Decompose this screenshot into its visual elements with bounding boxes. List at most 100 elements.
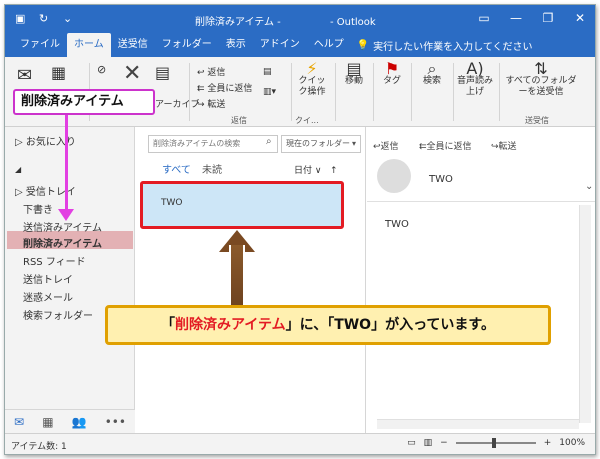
view-zoom-controls: ▭ ▥ − + 100%: [407, 438, 585, 448]
filter-all[interactable]: すべて: [162, 161, 191, 176]
reading-reply-button[interactable]: ↩返信: [373, 139, 399, 152]
save-icon[interactable]: ▣: [15, 12, 25, 25]
move-button[interactable]: ▤ 移動: [339, 59, 369, 87]
tab-folder[interactable]: フォルダー: [155, 33, 219, 57]
forward-icon: ↪: [197, 100, 205, 110]
folder-drafts[interactable]: 下書き: [23, 201, 53, 216]
folder-pane: ▷ お気に入り ◢ ▷ 受信トレイ 下書き 送信済みアイテム 削除済みアイテム …: [5, 127, 135, 409]
zoom-in-button[interactable]: +: [544, 438, 552, 448]
meeting-icon[interactable]: ▤: [263, 67, 272, 77]
avatar: [377, 159, 411, 193]
forward-button[interactable]: ↪ 転送: [197, 97, 225, 110]
window-title: 削除済みアイテム - - Outlook: [195, 17, 376, 28]
folder-deleted[interactable]: 削除済みアイテム: [23, 235, 102, 250]
window-controls: ▭ — ❐ ✕: [475, 11, 589, 25]
zoom-level: 100%: [559, 438, 585, 448]
forward-icon: ↪: [491, 142, 499, 152]
folder-search[interactable]: 検索フォルダー: [23, 307, 93, 322]
tab-addins[interactable]: アドイン: [253, 33, 307, 57]
ribbon-display-icon[interactable]: ▭: [475, 11, 493, 25]
calendar-icon[interactable]: ▦: [42, 415, 53, 429]
folder-junk[interactable]: 迷惑メール: [23, 289, 73, 304]
tab-view[interactable]: 表示: [219, 33, 253, 57]
explanation-callout: 「削除済みアイテム」に、「TWO」が入っています。: [105, 305, 551, 345]
expand-header-icon[interactable]: ⌄: [585, 181, 593, 192]
account-expander-icon[interactable]: ◢: [15, 165, 21, 174]
message-list: 削除済みアイテムの検索 ⌕ 現在のフォルダー ▾ すべて 未読 日付 ∨ ↑ T…: [136, 127, 366, 433]
message-body: TWO: [385, 219, 409, 230]
search-icon[interactable]: ⌕: [266, 136, 272, 147]
ignore-icon[interactable]: ⊘: [97, 63, 106, 76]
search-scope-dropdown[interactable]: 現在のフォルダー ▾: [281, 135, 361, 153]
tab-file[interactable]: ファイル: [13, 33, 67, 57]
reply-icon: ↩: [373, 142, 381, 152]
new-email-icon[interactable]: ✉: [17, 65, 32, 86]
sort-direction-icon[interactable]: ↑: [330, 166, 338, 176]
reading-view-icon[interactable]: ▥: [424, 438, 433, 448]
reply-icon: ↩: [197, 68, 205, 78]
chevron-down-icon: ▾: [351, 139, 356, 148]
quick-steps-button[interactable]: ⚡ クイック操作: [295, 59, 329, 98]
folder-sent[interactable]: 送信済みアイテム: [23, 219, 102, 234]
flag-icon: ⚑: [384, 59, 400, 78]
tags-button[interactable]: ⚑ タグ: [377, 59, 407, 87]
horizontal-scrollbar[interactable]: [377, 419, 579, 429]
mail-icon[interactable]: ✉: [14, 415, 24, 429]
folder-callout: 削除済みアイテム: [13, 89, 155, 115]
folder-outbox[interactable]: 送信トレイ: [23, 271, 73, 286]
message-sender: TWO: [161, 198, 183, 208]
status-bar: アイテム数: 1 ▭ ▥ − + 100%: [5, 433, 595, 454]
people-icon[interactable]: 👥: [72, 415, 87, 429]
restore-button[interactable]: ❐: [539, 11, 557, 25]
close-button[interactable]: ✕: [571, 11, 589, 25]
new-items-icon[interactable]: ▦: [51, 63, 66, 82]
reply-all-icon: ⇇: [197, 84, 205, 94]
callout-arrow-head: [58, 209, 74, 221]
callout-arrow-line: [65, 115, 68, 213]
archive-label: アーカイブ: [155, 100, 200, 110]
reply-all-icon: ⇇: [419, 142, 427, 152]
search-people-button[interactable]: ⌕ 検索: [415, 61, 449, 87]
respond-group-label: 返信: [231, 116, 247, 125]
reading-reply-all-button[interactable]: ⇇全員に返信: [419, 139, 472, 152]
normal-view-icon[interactable]: ▭: [407, 438, 416, 448]
pointer-arrow-body: [229, 245, 245, 305]
tab-send-receive[interactable]: 送受信: [111, 33, 155, 57]
send-receive-icon: ⇅: [534, 59, 548, 78]
more-respond-icon[interactable]: ▥▾: [263, 87, 276, 97]
navigation-bar: ✉ ▦ 👥 •••: [5, 409, 135, 433]
reply-all-button[interactable]: ⇇ 全員に返信: [197, 81, 252, 94]
zoom-slider-thumb[interactable]: [491, 438, 496, 448]
minimize-button[interactable]: —: [507, 11, 525, 25]
ribbon-tabs: ファイル ホーム 送受信 フォルダー 表示 アドイン ヘルプ 💡 実行したい作業…: [5, 33, 595, 57]
send-receive-group-label: 送受信: [525, 116, 549, 125]
filter-unread[interactable]: 未読: [202, 161, 222, 176]
read-aloud-button[interactable]: A) 音声読み上げ: [455, 61, 495, 98]
folder-rss[interactable]: RSS フィード: [23, 253, 86, 268]
tell-me-input[interactable]: 実行したい作業を入力してください: [373, 38, 532, 53]
lightning-icon: ⚡: [306, 59, 318, 78]
reading-forward-button[interactable]: ↪転送: [491, 139, 517, 152]
tab-help[interactable]: ヘルプ: [307, 33, 351, 57]
search-input[interactable]: 削除済みアイテムの検索: [148, 135, 278, 153]
zoom-slider[interactable]: [455, 438, 536, 448]
more-icon[interactable]: •••: [105, 415, 126, 429]
vertical-scrollbar[interactable]: [579, 205, 591, 423]
delete-icon[interactable]: ✕: [123, 61, 141, 86]
reading-pane: ↩返信 ⇇全員に返信 ↪転送 TWO ⌄ TWO: [367, 127, 595, 433]
message-item[interactable]: TWO: [140, 181, 344, 229]
reply-button[interactable]: ↩ 返信: [197, 65, 225, 78]
title-bar: ▣ ↻ ⌄ 削除済みアイテム - - Outlook ▭ — ❐ ✕: [5, 5, 595, 33]
reading-sender: TWO: [429, 174, 453, 185]
lightbulb-icon: 💡: [356, 39, 370, 51]
tab-home[interactable]: ホーム: [67, 33, 111, 57]
zoom-out-button[interactable]: −: [440, 438, 448, 448]
customize-qat-icon[interactable]: ⌄: [63, 12, 72, 25]
send-receive-all-button[interactable]: ⇅ すべてのフォルダーを送受信: [503, 59, 579, 98]
item-count: アイテム数: 1: [11, 442, 67, 452]
move-icon: ▤: [346, 59, 362, 78]
archive-icon[interactable]: ▤: [155, 63, 170, 82]
outlook-window: ▣ ↻ ⌄ 削除済みアイテム - - Outlook ▭ — ❐ ✕ ファイル …: [4, 4, 596, 455]
undo-icon[interactable]: ↻: [39, 12, 48, 25]
sort-by-date[interactable]: 日付 ∨ ↑: [294, 163, 338, 176]
